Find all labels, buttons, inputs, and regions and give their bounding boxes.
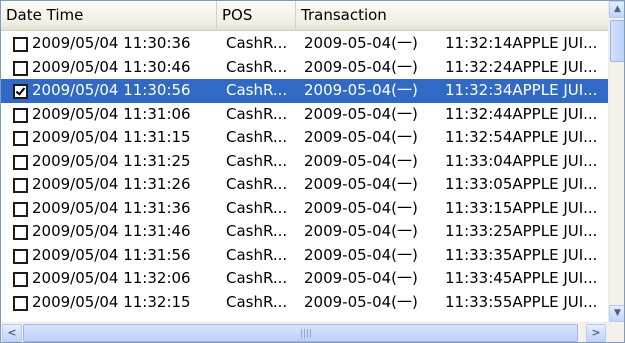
vertical-scrollbar[interactable]: ▲ ▼ — [608, 1, 624, 322]
cell-date-time: 2009/05/04 11:31:46 — [32, 222, 191, 240]
table-row[interactable]: 2009/05/04 11:31:36 CashR... 2009-05-04(一)… — [1, 197, 608, 221]
cell-date-time: 2009/05/04 11:30:56 — [32, 81, 191, 99]
cell-transaction-date: 2009-05-04(一) — [304, 34, 418, 52]
table-row[interactable]: 2009/05/04 11:30:56 CashR... 2009-05-04(一)… — [1, 79, 608, 103]
table-row[interactable]: 2009/05/04 11:32:15 CashR... 2009-05-04(一)… — [1, 291, 608, 315]
table-row[interactable]: 2009/05/04 11:32:06 CashR... 2009-05-04(一)… — [1, 267, 608, 291]
cell-transaction-detail: 11:33:15APPLE JUI... — [445, 198, 598, 217]
cell-transaction-detail: 11:32:54APPLE JUI... — [445, 128, 598, 146]
cell-pos: CashR... — [226, 198, 288, 217]
cell-date-time: 2009/05/04 11:31:25 — [32, 151, 191, 170]
horizontal-scrollbar[interactable]: < > — [1, 322, 608, 342]
row-checkbox[interactable] — [13, 37, 28, 52]
cell-transaction-date: 2009-05-04(一) — [304, 269, 418, 287]
cell-pos: CashR... — [226, 292, 288, 311]
cell-date-time: 2009/05/04 11:31:56 — [32, 245, 191, 264]
cell-transaction-date: 2009-05-04(一) — [304, 222, 418, 240]
cell-pos: CashR... — [226, 57, 288, 76]
cell-transaction-date: 2009-05-04(一) — [304, 292, 418, 311]
cell-pos: CashR... — [226, 245, 288, 264]
table-row[interactable]: 2009/05/04 11:31:46 CashR... 2009-05-04(一)… — [1, 220, 608, 244]
cell-transaction-detail: 11:33:04APPLE JUI... — [445, 151, 598, 170]
transaction-list-view[interactable]: Date Time POS Transaction 2009/05/04 11:… — [0, 0, 625, 343]
table-row[interactable]: 2009/05/04 11:30:36 CashR... 2009-05-04(一)… — [1, 32, 608, 56]
row-checkbox[interactable] — [13, 295, 28, 311]
cell-date-time: 2009/05/04 11:31:36 — [32, 198, 191, 217]
cell-transaction-date: 2009-05-04(一) — [304, 175, 418, 193]
cell-transaction-detail: 11:33:35APPLE JUI... — [445, 245, 598, 264]
cell-transaction-detail: 11:33:45APPLE JUI... — [445, 269, 598, 287]
row-checkbox[interactable] — [13, 178, 28, 193]
row-checkbox[interactable] — [13, 201, 28, 217]
cell-transaction-detail: 11:32:14APPLE JUI... — [445, 34, 598, 52]
table-row[interactable]: 2009/05/04 11:31:25 CashR... 2009-05-04(一)… — [1, 150, 608, 174]
row-checkbox[interactable] — [13, 154, 28, 170]
cell-pos: CashR... — [226, 222, 288, 240]
table-row[interactable]: 2009/05/04 11:30:46 CashR... 2009-05-04(一)… — [1, 56, 608, 80]
row-checkbox[interactable] — [13, 131, 28, 146]
list-header: Date Time POS Transaction — [1, 1, 608, 31]
cell-pos: CashR... — [226, 104, 288, 123]
cell-transaction-detail: 11:33:25APPLE JUI... — [445, 222, 598, 240]
scroll-right-arrow-icon[interactable]: > — [586, 324, 606, 342]
row-checkbox[interactable] — [13, 248, 28, 264]
table-row[interactable]: 2009/05/04 11:31:26 CashR... 2009-05-04(一)… — [1, 173, 608, 197]
cell-pos: CashR... — [226, 269, 288, 287]
cell-date-time: 2009/05/04 11:31:06 — [32, 104, 191, 123]
cell-transaction-date: 2009-05-04(一) — [304, 245, 418, 264]
scrollbar-corner — [608, 322, 624, 342]
vertical-scroll-thumb[interactable] — [610, 20, 624, 62]
scroll-up-arrow-icon[interactable]: ▲ — [609, 1, 624, 18]
cell-pos: CashR... — [226, 34, 288, 52]
cell-transaction-detail: 11:32:24APPLE JUI... — [445, 57, 598, 76]
cell-transaction-date: 2009-05-04(一) — [304, 81, 418, 99]
scroll-left-arrow-icon[interactable]: < — [2, 324, 22, 342]
cell-date-time: 2009/05/04 11:32:15 — [32, 292, 191, 311]
cell-pos: CashR... — [226, 128, 288, 146]
cell-pos: CashR... — [226, 151, 288, 170]
column-header-transaction[interactable]: Transaction — [296, 1, 608, 30]
scroll-down-arrow-icon[interactable]: ▼ — [609, 305, 624, 322]
list-rows: 2009/05/04 11:30:36 CashR... 2009-05-04(一)… — [1, 32, 608, 318]
column-header-pos[interactable]: POS — [217, 1, 296, 30]
cell-date-time: 2009/05/04 11:32:06 — [32, 269, 191, 287]
cell-date-time: 2009/05/04 11:31:15 — [32, 128, 191, 146]
cell-transaction-date: 2009-05-04(一) — [304, 104, 418, 123]
row-checkbox[interactable] — [13, 107, 28, 123]
cell-transaction-detail: 11:33:55APPLE JUI... — [445, 292, 598, 311]
table-row[interactable]: 2009/05/04 11:31:15 CashR... 2009-05-04(一)… — [1, 126, 608, 150]
row-checkbox[interactable] — [13, 60, 28, 76]
cell-pos: CashR... — [226, 81, 288, 99]
cell-transaction-date: 2009-05-04(一) — [304, 57, 418, 76]
row-checkbox[interactable] — [13, 84, 28, 99]
horizontal-scroll-thumb[interactable] — [23, 324, 578, 342]
cell-transaction-detail: 11:32:44APPLE JUI... — [445, 104, 598, 123]
table-row[interactable]: 2009/05/04 11:31:06 CashR... 2009-05-04(一)… — [1, 103, 608, 127]
column-header-date-time[interactable]: Date Time — [1, 1, 217, 30]
cell-transaction-date: 2009-05-04(一) — [304, 128, 418, 146]
cell-date-time: 2009/05/04 11:30:46 — [32, 57, 191, 76]
scroll-grip-icon — [301, 329, 311, 338]
cell-transaction-detail: 11:32:34APPLE JUI... — [445, 81, 598, 99]
cell-transaction-detail: 11:33:05APPLE JUI... — [445, 175, 598, 193]
row-checkbox[interactable] — [13, 225, 28, 240]
row-checkbox[interactable] — [13, 272, 28, 287]
cell-pos: CashR... — [226, 175, 288, 193]
table-row[interactable]: 2009/05/04 11:31:56 CashR... 2009-05-04(一)… — [1, 244, 608, 268]
cell-transaction-date: 2009-05-04(一) — [304, 151, 418, 170]
cell-date-time: 2009/05/04 11:30:36 — [32, 34, 191, 52]
table-row-partial[interactable] — [1, 314, 608, 318]
cell-date-time: 2009/05/04 11:31:26 — [32, 175, 191, 193]
cell-transaction-date: 2009-05-04(一) — [304, 198, 418, 217]
